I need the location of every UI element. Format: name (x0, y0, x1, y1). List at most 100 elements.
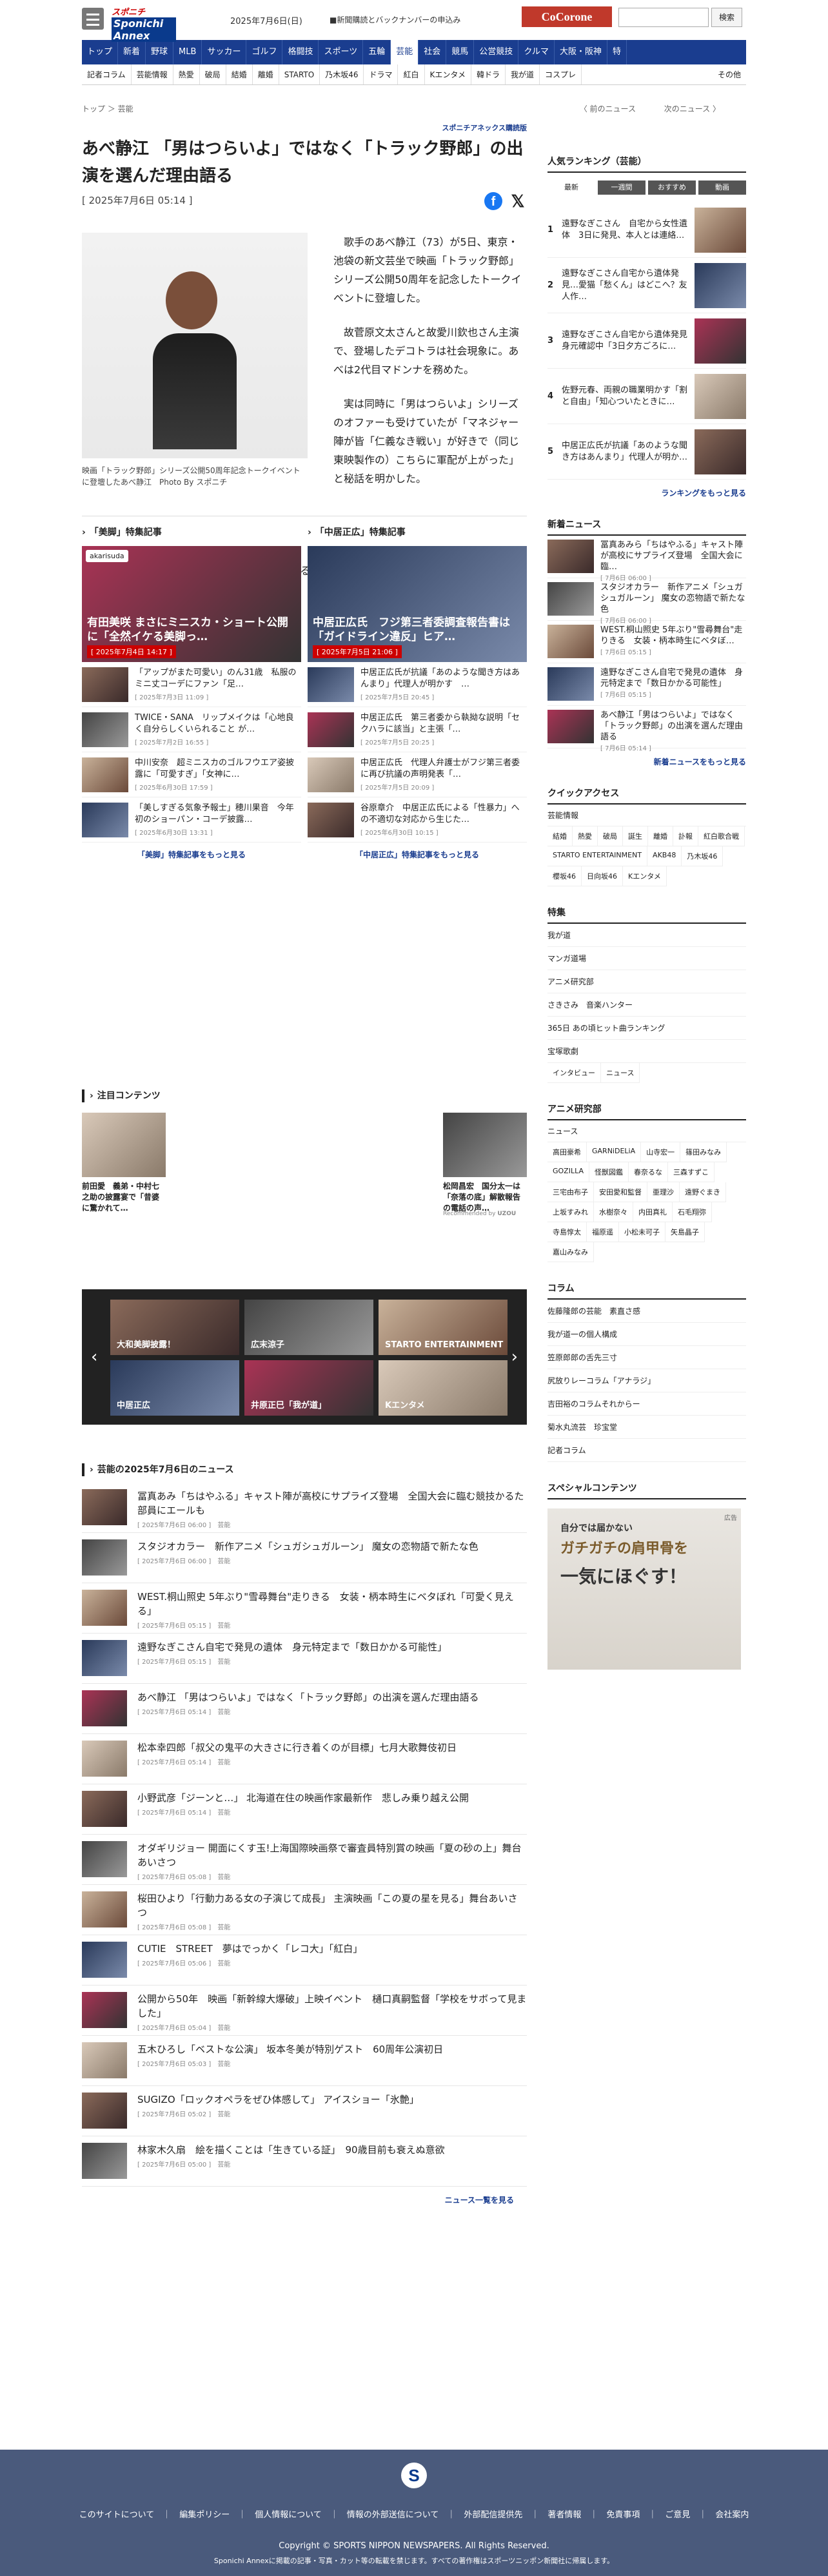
quick-access-tag[interactable]: 結婚 (547, 826, 573, 846)
prev-news-link[interactable]: 〈 前のニュース (580, 104, 636, 113)
subscription-link[interactable]: ■新聞購読とバックナンバーの申込み (330, 14, 460, 25)
footer-logo[interactable]: S (401, 2463, 427, 2488)
latest-row[interactable]: あべ静江「男はつらいよ」ではなく「トラック野郎」の出演を選んだ理由語る [ 7月6… (547, 706, 746, 752)
x-share-icon[interactable]: 𝕏 (509, 192, 527, 210)
daily-news-row[interactable]: スタジオカラー 新作アニメ「シュガシュガルーン」 魔女の恋物語で新たな色 [ 20… (82, 1533, 527, 1583)
quick-access-tag[interactable]: 乃木坂46 (682, 846, 724, 866)
anime-tag[interactable]: 山寺宏一 (641, 1142, 681, 1162)
anime-tag[interactable]: GOZILLA (547, 1162, 589, 1182)
column-item[interactable]: 佐藤隆郎の芸能 素直さ感 (547, 1300, 746, 1323)
column-item[interactable]: 吉田裕のコラムそれからー (547, 1392, 746, 1416)
feature-row[interactable]: 谷原章介 中居正広氏による「性暴力」への不適切な対応から生じた… [ 2025年6… (308, 797, 527, 843)
breadcrumb[interactable]: トップ ＞ 芸能 (82, 103, 133, 114)
article-photo[interactable] (82, 233, 308, 458)
quick-access-item[interactable]: 芸能情報 (547, 805, 746, 826)
nav-item[interactable]: クルマ (518, 40, 555, 64)
feature-row[interactable]: 中居正広氏 代理人弁護士がフジ第三者委に再び抗議の声明発表「… [ 2025年7月… (308, 752, 527, 797)
nav-item[interactable]: 五輪 (363, 40, 391, 64)
quick-access-tag[interactable]: 紅白歌合戦 (698, 826, 745, 846)
nav-item[interactable]: 格闘技 (282, 40, 319, 64)
sub-nav-item[interactable]: 離婚 (253, 64, 279, 84)
attention-item[interactable]: 前田愛 義弟・中村七之助の披露宴で「昔婆に驚かれて… (82, 1113, 166, 1214)
feature-row[interactable]: 中居正広氏 第三者委から執拗な説明「セクハラに該当」と主張「… [ 2025年7月… (308, 707, 527, 752)
quick-access-tag[interactable]: 訃報 (673, 826, 698, 846)
cocorone-banner[interactable]: CoCorone (522, 6, 612, 27)
advertisement[interactable]: 広告 自分では届かない ガチガチの肩甲骨を 一気にほぐす！ (547, 1508, 741, 1670)
ranking-row[interactable]: 1 遠野なぎこさん 自宅から女性遺体 3日に発見、本人とは連絡… (547, 202, 746, 258)
sub-nav-item[interactable]: 乃木坂46 (320, 64, 364, 84)
daily-news-row[interactable]: 桜田ひより「行動力ある女の子演じて成長」 主演映画「この夏の星を見る」舞台あいさ… (82, 1885, 527, 1935)
nav-item[interactable]: MLB (173, 40, 202, 64)
nav-item[interactable]: 芸能 (391, 40, 419, 64)
feature-hero[interactable]: akarisuda 有田美咲 まさにミニスカ・ショート公開に「全然イケる美脚っ…… (82, 546, 301, 662)
anime-tag[interactable]: GARNiDELiA (587, 1142, 642, 1162)
anime-tag[interactable]: 遠野ぐまき (680, 1182, 726, 1202)
special-item[interactable]: 我が道 (547, 924, 746, 947)
sub-nav-item[interactable]: ドラマ (364, 64, 399, 84)
anime-tag[interactable]: 小松未可子 (619, 1222, 665, 1242)
daily-news-row[interactable]: 林家木久扇 絵を描くことは「生きている証」 90歳目前も衰えぬ意欲 [ 2025年… (82, 2136, 527, 2187)
sub-nav-item[interactable]: 結婚 (226, 64, 253, 84)
special-extra-tag[interactable]: ニュース (601, 1063, 640, 1083)
daily-news-row[interactable]: SUGIZO「ロックオペラをぜひ体感して」 アイスショー「氷艶」 [ 2025年7… (82, 2086, 527, 2136)
anime-tag[interactable]: 石毛翔弥 (673, 1202, 712, 1222)
feature-hero[interactable]: 中居正広氏 フジ第三者委調査報告書は「ガイドライン違反」ヒア… [ 2025年7… (308, 546, 527, 662)
column-item[interactable]: 笠原郎郎の舌先三寸 (547, 1346, 746, 1369)
quick-access-tag[interactable]: 破局 (598, 826, 623, 846)
sub-nav-item[interactable]: Kエンタメ (425, 64, 472, 84)
latest-row[interactable]: 冨真あみら「ちはやふる」キャスト陣が高校にサプライズ登場 全国大会に臨… [ 7月… (547, 536, 746, 582)
carousel-item[interactable]: 中居正広 (110, 1360, 239, 1416)
sub-nav-item[interactable]: 熱愛 (173, 64, 200, 84)
search-button[interactable]: 検索 (711, 8, 742, 27)
column-item[interactable]: 我が道一の個人構成 (547, 1323, 746, 1346)
anime-tag[interactable]: 三宅由布子 (547, 1182, 594, 1202)
nav-item[interactable]: 特 (607, 40, 627, 64)
ranking-tab[interactable]: 最新 (547, 181, 595, 195)
daily-news-row[interactable]: 松本幸四郎「叔父の鬼平の大きさに行き着くのが目標」七月大歌舞伎初日 [ 2025年… (82, 1734, 527, 1784)
facebook-share-icon[interactable]: f (484, 192, 502, 210)
anime-tag[interactable]: 高田豪希 (547, 1142, 587, 1162)
feature-row[interactable]: 中川安奈 超ミニスカのゴルフウエア姿披露に「可愛すぎ」「女神に… [ 2025年6… (82, 752, 301, 797)
sub-nav-item[interactable]: 記者コラム (82, 64, 132, 84)
nav-item[interactable]: 社会 (419, 40, 447, 64)
ranking-row[interactable]: 3 遠野なぎこさん自宅から遺体発見 身元確認中「3日夕方ごろに… (547, 313, 746, 369)
quick-access-tag[interactable]: STARTO ENTERTAINMENT (547, 846, 648, 866)
column-item[interactable]: 尻放りレーコラム「アナラジ」 (547, 1369, 746, 1392)
search-input[interactable] (618, 8, 709, 27)
sub-nav-item[interactable]: 芸能情報 (132, 64, 173, 84)
daily-news-row[interactable]: 遠野なぎこさん自宅で発見の遺体 身元特定まで「数日かかる可能性」 [ 2025年7… (82, 1634, 527, 1684)
daily-news-row[interactable]: 冨真あみ「ちはやふる」キャスト陣が高校にサプライズ登場 全国大会に臨む競技かるた… (82, 1483, 527, 1533)
anime-tag[interactable]: 矢島晶子 (665, 1222, 705, 1242)
latest-row[interactable]: WEST.桐山照史 5年ぶり"雪尋舞台"走りきる 女装・柄本時生にベタぼ…[ 7… (547, 621, 746, 663)
anime-tag[interactable]: 福原遥 (587, 1222, 619, 1242)
feature-more-link[interactable]: 「中居正広」特集記事をもっと見る (308, 849, 527, 860)
column-item[interactable]: 記者コラム (547, 1439, 746, 1462)
nav-item[interactable]: トップ (82, 40, 119, 64)
sub-nav-item[interactable]: 破局 (200, 64, 226, 84)
nav-item[interactable]: 新着 (118, 40, 146, 64)
nav-item[interactable]: 野球 (146, 40, 174, 64)
anime-tag[interactable]: 三森すずこ (668, 1162, 715, 1182)
quick-access-tag[interactable]: 日向坂46 (582, 866, 623, 886)
special-item[interactable]: 365日 あの頃ヒット曲ランキング (547, 1017, 746, 1040)
ranking-row[interactable]: 4 佐野元春、両親の職業明かす「割と自由」「知心ついたときに… (547, 369, 746, 424)
next-news-link[interactable]: 次のニュース 〉 (664, 104, 720, 113)
sub-nav-item[interactable]: 韓ドラ (471, 64, 506, 84)
daily-news-row[interactable]: 公開から50年 映画「新幹線大爆破」上映イベント 樋口真嗣監督「学校をサボって見… (82, 1986, 527, 2036)
sub-nav-item[interactable]: コスプレ (540, 64, 582, 84)
carousel-item[interactable]: 広末涼子 (244, 1300, 373, 1355)
anime-tag[interactable]: 上坂すみれ (547, 1202, 594, 1222)
anime-tag[interactable]: 内田真礼 (633, 1202, 673, 1222)
anime-tag[interactable]: 嘉山みなみ (547, 1242, 594, 1262)
special-item[interactable]: マンガ道場 (547, 947, 746, 970)
feature-more-link[interactable]: 「美脚」特集記事をもっと見る (82, 849, 301, 860)
ranking-more-link[interactable]: ランキングをもっと見る (547, 487, 746, 498)
ranking-tab[interactable]: 動画 (698, 181, 746, 195)
carousel-item[interactable]: Kエンタメ (379, 1360, 508, 1416)
daily-news-row[interactable]: WEST.桐山照史 5年ぶり"雪尋舞台"走りきる 女装・柄本時生にベタぼれ「可愛… (82, 1583, 527, 1634)
special-item[interactable]: アニメ研究部 (547, 970, 746, 993)
nav-item[interactable]: 公営競技 (474, 40, 519, 64)
daily-news-row[interactable]: あべ静江 「男はつらいよ」ではなく「トラック野郎」の出演を選んだ理由語る [ 20… (82, 1684, 527, 1734)
anime-tag[interactable]: 亜理沙 (647, 1182, 680, 1202)
quick-access-tag[interactable]: 熱愛 (573, 826, 598, 846)
